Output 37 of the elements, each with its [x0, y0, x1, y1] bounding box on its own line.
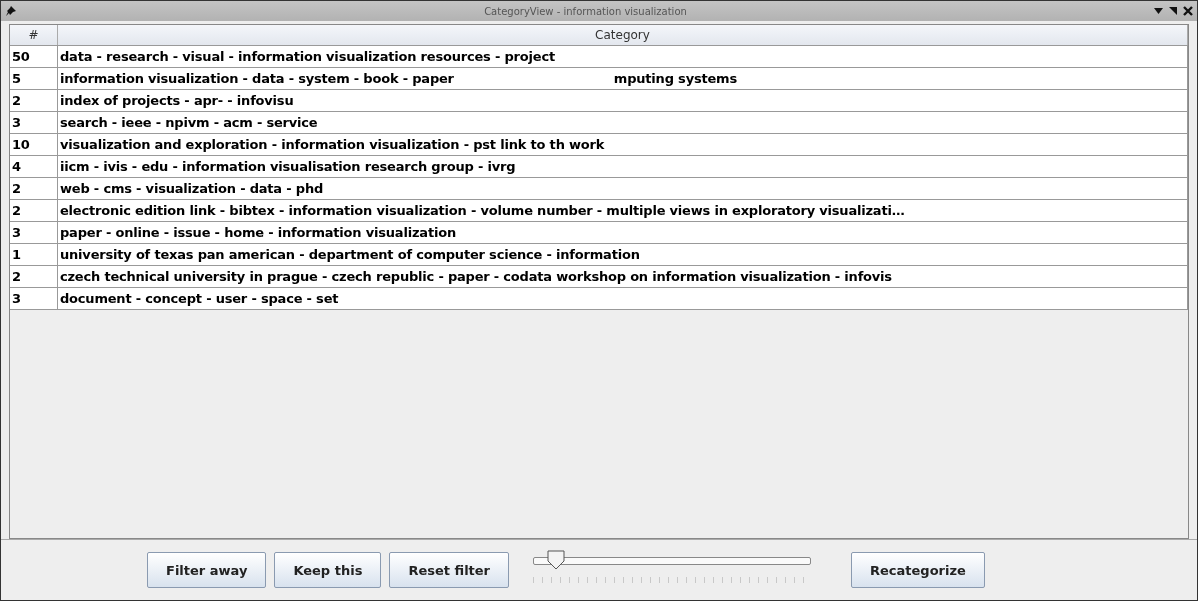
count-cell: 10	[10, 134, 58, 155]
category-text: information visualization - data - system - book - paper	[60, 71, 454, 86]
filter-button[interactable]: Keep this	[274, 552, 382, 588]
count-cell: 5	[10, 68, 58, 89]
category-text: document - concept - user - space - set	[60, 291, 339, 306]
count-cell: 1	[10, 244, 58, 265]
maximize-icon[interactable]	[1169, 7, 1177, 15]
category-text: data - research - visual - information visualization resources - project	[60, 49, 555, 64]
category-text: mputing systems	[613, 71, 737, 86]
category-text: search - ieee - npivm - acm - service	[60, 115, 318, 130]
filter-button[interactable]: Reset filter	[389, 552, 510, 588]
category-text: iicm - ivis - edu - information visualisation research group - ivrg	[60, 159, 516, 174]
count-cell: 2	[10, 200, 58, 221]
count-cell: 3	[10, 288, 58, 309]
column-header[interactable]: Category	[58, 25, 1188, 45]
category-text: index of projects - apr- - infovisu	[60, 93, 294, 108]
close-icon[interactable]	[1183, 6, 1193, 16]
category-text: university of texas pan american - department of computer science - information	[60, 247, 640, 262]
count-cell: 3	[10, 222, 58, 243]
count-cell: 2	[10, 178, 58, 199]
column-header[interactable]: #	[10, 25, 58, 45]
category-text: web - cms - visualization - data - phd	[60, 181, 324, 196]
count-cell: 3	[10, 112, 58, 133]
category-text: czech technical university in prague - czech republic - paper - codata workshop on information visualization - infovis	[60, 269, 892, 284]
filter-button[interactable]: Filter away	[147, 552, 267, 588]
pin-icon[interactable]	[5, 5, 17, 17]
category-text: visualization and exploration - information visualization - pst link to th work	[60, 137, 605, 152]
count-cell: 2	[10, 266, 58, 287]
count-cell: 2	[10, 90, 58, 111]
dropdown-icon[interactable]	[1154, 8, 1163, 14]
recategorize-button[interactable]: Recategorize	[851, 552, 985, 588]
category-text: paper - online - issue - home - information visualization	[60, 225, 456, 240]
window-title: CategoryView - information visualization	[483, 5, 688, 17]
slider-thumb[interactable]	[547, 550, 566, 570]
count-cell: 50	[10, 46, 58, 67]
count-cell: 4	[10, 156, 58, 177]
category-text: electronic edition link - bibtex - information visualization - volume number - multiple views in exploratory visualizati…	[60, 203, 905, 218]
